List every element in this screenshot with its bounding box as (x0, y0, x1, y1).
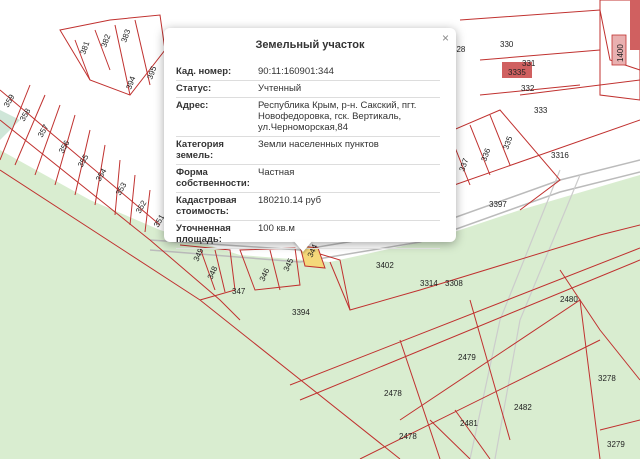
info-value: Частная (258, 167, 295, 178)
close-icon[interactable]: × (442, 31, 449, 45)
info-key: Статус: (176, 83, 212, 94)
info-row-ownership: Форма собственности: Частная (176, 165, 440, 193)
label-347: 347 (232, 287, 246, 296)
info-key: Уточненная площадь: (176, 223, 231, 245)
info-key: Кад. номер: (176, 66, 232, 77)
info-row-address: Адрес: Республика Крым, р-н. Сакский, пг… (176, 98, 440, 137)
info-key: Форма собственности: (176, 167, 250, 189)
label-2479: 2479 (458, 353, 476, 362)
label-2482: 2482 (514, 403, 532, 412)
info-row-status: Статус: Учтенный (176, 81, 440, 98)
info-value: Земли населенных пунктов (258, 139, 379, 150)
label-2481: 2481 (460, 419, 478, 428)
label-3278: 3278 (598, 374, 616, 383)
label-2480: 2480 (560, 295, 578, 304)
info-row-cadastral-number: Кад. номер: 90:11:160901:344 (176, 64, 440, 81)
info-key: Категория земель: (176, 139, 224, 161)
label-2478b: 2478 (399, 432, 417, 441)
info-value: 90:11:160901:344 (258, 66, 334, 77)
info-key: Адрес: (176, 100, 209, 111)
popup-pointer (293, 240, 313, 252)
label-332: 332 (521, 84, 535, 93)
label-330: 330 (500, 40, 514, 49)
info-value: 100 кв.м (258, 223, 295, 234)
label-3397: 3397 (489, 200, 507, 209)
label-333: 333 (534, 106, 548, 115)
popup-body[interactable]: Кад. номер: 90:11:160901:344 Статус: Учт… (176, 64, 440, 256)
popup-title: Земельный участок (255, 39, 365, 51)
label-1400: 1400 (616, 44, 625, 62)
parcel-info-popup: Земельный участок × Кад. номер: 90:11:16… (164, 28, 456, 249)
label-3314: 3314 (420, 279, 438, 288)
info-row-cadastral-value: Кадастровая стоимость: 180210.14 руб (176, 193, 440, 221)
label-3316: 3316 (551, 151, 569, 160)
label-3402: 3402 (376, 261, 394, 270)
building (630, 0, 640, 50)
label-3308: 3308 (445, 279, 463, 288)
label-331: 331 (522, 59, 536, 68)
label-2478: 2478 (384, 389, 402, 398)
info-key: Кадастровая стоимость: (176, 195, 237, 217)
label-3279: 3279 (607, 440, 625, 449)
info-row-land-category: Категория земель: Земли населенных пункт… (176, 137, 440, 165)
label-3394: 3394 (292, 308, 310, 317)
info-value: Республика Крым, р-н. Сакский, пгт. Ново… (258, 100, 417, 133)
label-3335: 3335 (508, 68, 526, 77)
info-value: 180210.14 руб (258, 195, 322, 206)
info-value: Учтенный (258, 83, 302, 94)
